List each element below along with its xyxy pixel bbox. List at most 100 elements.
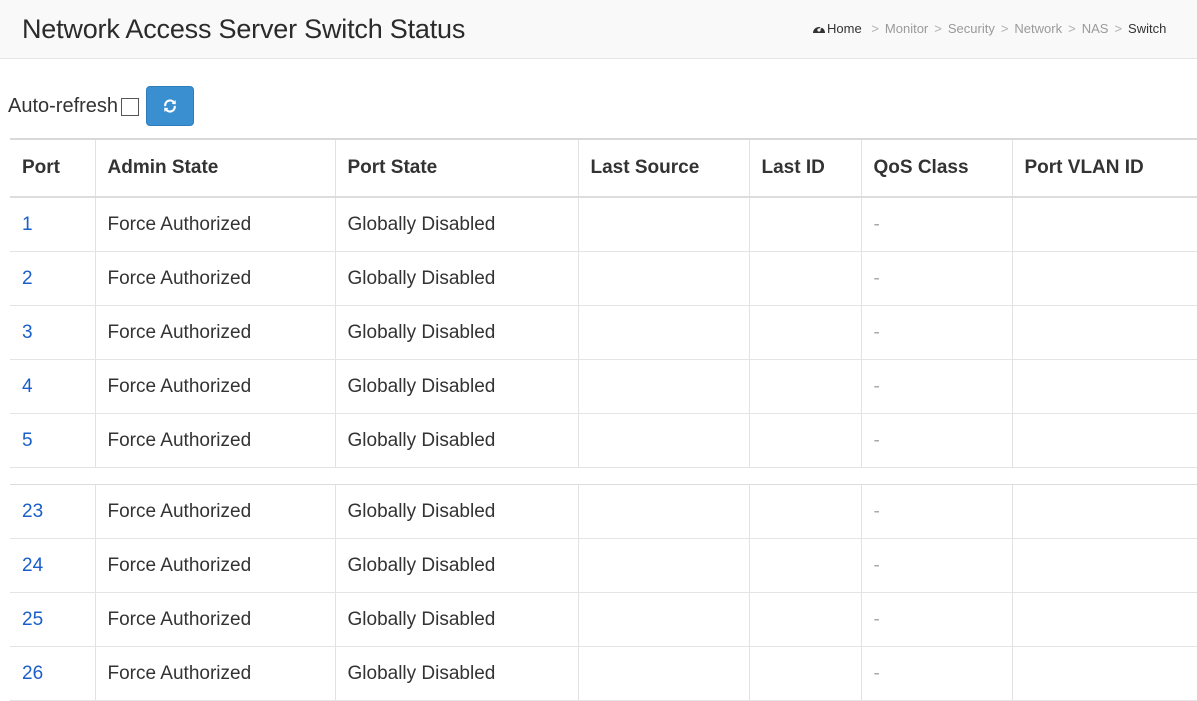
breadcrumb-item-security[interactable]: Security [948, 21, 995, 36]
port-vlan-id-cell [1011, 538, 1197, 593]
table-gap-cell [10, 467, 1197, 485]
port-cell: 23 [10, 484, 95, 539]
qos-class-cell: - [860, 251, 1012, 306]
port-state-cell: Globally Disabled [334, 305, 578, 360]
port-cell: 2 [10, 251, 95, 306]
port-state-cell: Globally Disabled [334, 484, 578, 539]
table-header-row: Port Admin State Port State Last Source … [10, 138, 1197, 198]
last-id-cell [748, 305, 861, 360]
last-source-cell [577, 197, 749, 252]
last-source-cell [577, 251, 749, 306]
column-header-admin-state: Admin State [94, 138, 335, 198]
column-header-last-source: Last Source [577, 138, 749, 198]
qos-class-cell: - [860, 197, 1012, 252]
last-id-cell [748, 538, 861, 593]
admin-state-cell: Force Authorized [94, 197, 335, 252]
last-id-cell [748, 251, 861, 306]
qos-class-cell: - [860, 484, 1012, 539]
auto-refresh-label: Auto-refresh [8, 94, 119, 117]
port-cell: 25 [10, 592, 95, 647]
breadcrumb-home-label: Home [827, 21, 862, 36]
table-row: 24 Force Authorized Globally Disabled - [10, 538, 1197, 593]
port-state-cell: Globally Disabled [334, 359, 578, 414]
port-state-cell: Globally Disabled [334, 592, 578, 647]
port-vlan-id-cell [1011, 484, 1197, 539]
page-title: Network Access Server Switch Status [22, 14, 466, 44]
last-id-cell [748, 359, 861, 414]
port-cell: 5 [10, 413, 95, 468]
table-row: 23 Force Authorized Globally Disabled - [10, 484, 1197, 539]
admin-state-cell: Force Authorized [94, 646, 335, 701]
port-cell: 24 [10, 538, 95, 593]
port-cell: 1 [10, 197, 95, 252]
breadcrumb-home[interactable]: Home [812, 21, 865, 36]
last-id-cell [748, 413, 861, 468]
column-header-last-id: Last ID [748, 138, 861, 198]
last-source-cell [577, 592, 749, 647]
port-link[interactable]: 5 [22, 430, 33, 451]
last-source-cell [577, 538, 749, 593]
auto-refresh-checkbox[interactable] [121, 98, 140, 116]
port-cell: 4 [10, 359, 95, 414]
port-state-cell: Globally Disabled [334, 646, 578, 701]
admin-state-cell: Force Authorized [94, 538, 335, 593]
qos-class-cell: - [860, 359, 1012, 414]
admin-state-cell: Force Authorized [94, 251, 335, 306]
last-source-cell [577, 484, 749, 539]
port-link[interactable]: 25 [22, 609, 43, 630]
port-vlan-id-cell [1011, 646, 1197, 701]
breadcrumb-item-nas[interactable]: NAS [1082, 21, 1109, 36]
breadcrumb: Home > Monitor > Security > Network > NAS > Switc… [812, 21, 1166, 36]
table-row: 4 Force Authorized Globally Disabled - [10, 359, 1197, 414]
column-header-port-state: Port State [334, 138, 578, 198]
breadcrumb-current: Switch [1128, 21, 1167, 36]
port-cell: 3 [10, 305, 95, 360]
qos-class-cell: - [860, 646, 1012, 701]
admin-state-cell: Force Authorized [94, 305, 335, 360]
port-link[interactable]: 24 [22, 555, 43, 576]
last-id-cell [748, 592, 861, 647]
last-id-cell [748, 197, 861, 252]
page-header: Network Access Server Switch Status Home… [0, 0, 1197, 59]
breadcrumb-item-monitor[interactable]: Monitor [885, 21, 928, 36]
qos-class-cell: - [860, 413, 1012, 468]
port-cell: 26 [10, 646, 95, 701]
refresh-icon [164, 99, 176, 113]
port-link[interactable]: 4 [22, 376, 33, 397]
nas-status-table: Port Admin State Port State Last Source … [10, 138, 1197, 701]
table-row-gap [10, 467, 1197, 485]
last-id-cell [748, 484, 861, 539]
table-row: 26 Force Authorized Globally Disabled - [10, 646, 1197, 701]
dashboard-icon [813, 26, 825, 33]
admin-state-cell: Force Authorized [94, 484, 335, 539]
port-vlan-id-cell [1011, 305, 1197, 360]
qos-class-cell: - [860, 538, 1012, 593]
last-source-cell [577, 646, 749, 701]
toolbar: Auto-refresh [8, 86, 195, 126]
port-link[interactable]: 1 [22, 214, 33, 235]
port-link[interactable]: 3 [22, 322, 33, 343]
breadcrumb-item-network[interactable]: Network [1014, 21, 1062, 36]
breadcrumb-separator: > [871, 21, 879, 36]
refresh-button[interactable] [146, 86, 195, 126]
port-vlan-id-cell [1011, 359, 1197, 414]
table-row: 5 Force Authorized Globally Disabled - [10, 413, 1197, 468]
port-state-cell: Globally Disabled [334, 197, 578, 252]
last-source-cell [577, 413, 749, 468]
port-link[interactable]: 23 [22, 501, 43, 522]
port-state-cell: Globally Disabled [334, 538, 578, 593]
last-source-cell [577, 305, 749, 360]
port-state-cell: Globally Disabled [334, 413, 578, 468]
breadcrumb-separator: > [1114, 21, 1123, 36]
column-header-port: Port [10, 138, 95, 198]
qos-class-cell: - [860, 592, 1012, 647]
admin-state-cell: Force Authorized [94, 359, 335, 414]
admin-state-cell: Force Authorized [94, 592, 335, 647]
breadcrumb-separator: > [1000, 21, 1009, 36]
port-link[interactable]: 2 [22, 268, 33, 289]
column-header-port-vlan-id: Port VLAN ID [1011, 138, 1197, 198]
breadcrumb-separator: > [934, 21, 942, 36]
table-row: 2 Force Authorized Globally Disabled - [10, 251, 1197, 306]
port-link[interactable]: 26 [22, 663, 43, 684]
column-header-qos-class: QoS Class [860, 138, 1012, 198]
